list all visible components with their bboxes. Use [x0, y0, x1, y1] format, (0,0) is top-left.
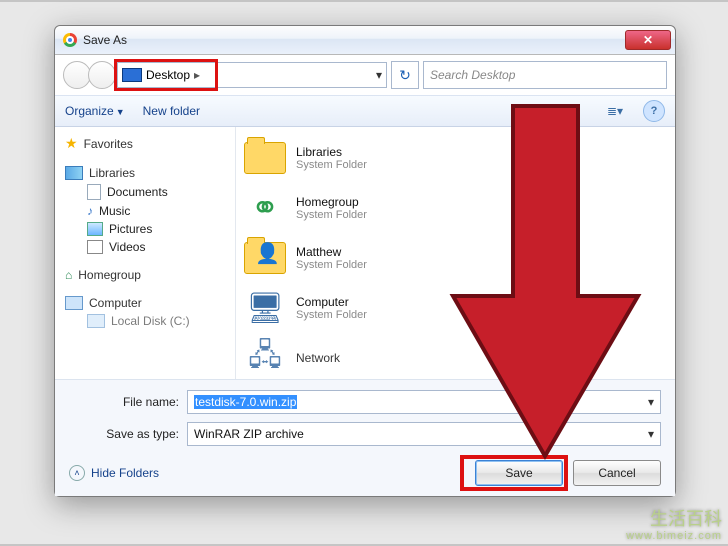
list-item[interactable]: 🖧 Network — [236, 333, 675, 379]
list-item[interactable]: 🖥 ComputerSystem Folder — [236, 283, 675, 333]
filename-input[interactable]: testdisk-7.0.win.zip ▾ — [187, 390, 661, 414]
folder-icon — [244, 142, 286, 174]
highlight-save — [460, 455, 568, 491]
desktop-icon — [122, 68, 142, 82]
computer-icon — [65, 296, 83, 310]
homegroup-icon: ⚭ — [244, 189, 286, 227]
type-value: WinRAR ZIP archive — [194, 427, 304, 441]
chevron-down-icon[interactable]: ▾ — [648, 395, 654, 409]
filename-value: testdisk-7.0.win.zip — [194, 395, 297, 409]
hide-folders-button[interactable]: ˄ Hide Folders — [69, 465, 159, 481]
toolbar: Organize▼ New folder ≣▾ ? — [55, 95, 675, 127]
list-item[interactable]: ⚭ HomegroupSystem Folder — [236, 183, 675, 233]
computer-icon: 🖥 — [244, 289, 286, 327]
address-bar[interactable]: Desktop ▸ ▾ — [117, 62, 387, 88]
help-button[interactable]: ? — [643, 100, 665, 122]
navigation-row: Desktop ▸ ▾ ↻ Search Desktop — [55, 55, 675, 95]
chevron-down-icon[interactable]: ▾ — [648, 427, 654, 441]
content-pane[interactable]: LibrariesSystem Folder ⚭ HomegroupSystem… — [236, 127, 675, 379]
homegroup-icon: ⌂ — [65, 268, 72, 282]
user-folder-icon: 👤 — [244, 242, 286, 274]
cancel-button[interactable]: Cancel — [573, 460, 661, 486]
chevron-up-icon: ˄ — [69, 465, 85, 481]
sidebar-item-documents[interactable]: Documents — [65, 182, 235, 202]
type-label: Save as type: — [69, 427, 179, 441]
save-as-dialog: Save As ✕ Desktop ▸ ▾ ↻ Search Desktop O… — [54, 25, 676, 497]
list-item[interactable]: LibrariesSystem Folder — [236, 133, 675, 183]
bottom-panel: File name: testdisk-7.0.win.zip ▾ Save a… — [55, 379, 675, 496]
pictures-icon — [87, 222, 103, 236]
sidebar-item-videos[interactable]: Videos — [65, 238, 235, 256]
chevron-down-icon[interactable]: ▾ — [376, 68, 382, 82]
sidebar-item-libraries[interactable]: Libraries — [65, 164, 235, 182]
sidebar-item-favorites[interactable]: ★ Favorites — [65, 133, 235, 154]
type-select[interactable]: WinRAR ZIP archive ▾ — [187, 422, 661, 446]
breadcrumb-location: Desktop — [146, 68, 190, 82]
search-input[interactable]: Search Desktop — [423, 61, 667, 89]
videos-icon — [87, 240, 103, 254]
sidebar-item-pictures[interactable]: Pictures — [65, 220, 235, 238]
navigation-pane[interactable]: ★ Favorites Libraries Documents ♪Music P… — [55, 127, 236, 379]
search-placeholder: Search Desktop — [430, 68, 515, 82]
chrome-icon — [63, 33, 77, 47]
music-icon: ♪ — [87, 204, 93, 218]
sidebar-item-music[interactable]: ♪Music — [65, 202, 235, 220]
filename-label: File name: — [69, 395, 179, 409]
organize-menu[interactable]: Organize▼ — [65, 104, 125, 118]
titlebar[interactable]: Save As ✕ — [55, 26, 675, 55]
watermark: 生活百科 www.bimeiz.com — [626, 510, 722, 542]
disk-icon — [87, 314, 105, 328]
back-button[interactable] — [63, 61, 91, 89]
network-icon: 🖧 — [244, 339, 286, 377]
star-icon: ★ — [65, 135, 78, 152]
sidebar-item-local-disk[interactable]: Local Disk (C:) — [65, 312, 235, 330]
list-item[interactable]: 👤 MatthewSystem Folder — [236, 233, 675, 283]
forward-button[interactable] — [88, 61, 116, 89]
sidebar-item-computer[interactable]: Computer — [65, 294, 235, 312]
close-button[interactable]: ✕ — [625, 30, 671, 50]
refresh-button[interactable]: ↻ — [391, 61, 419, 89]
window-title: Save As — [83, 33, 127, 47]
sidebar-item-homegroup[interactable]: ⌂ Homegroup — [65, 266, 235, 284]
chevron-right-icon[interactable]: ▸ — [194, 68, 200, 82]
new-folder-button[interactable]: New folder — [143, 104, 200, 118]
view-options-button[interactable]: ≣▾ — [605, 101, 625, 121]
libraries-icon — [65, 166, 83, 180]
document-icon — [87, 184, 101, 200]
